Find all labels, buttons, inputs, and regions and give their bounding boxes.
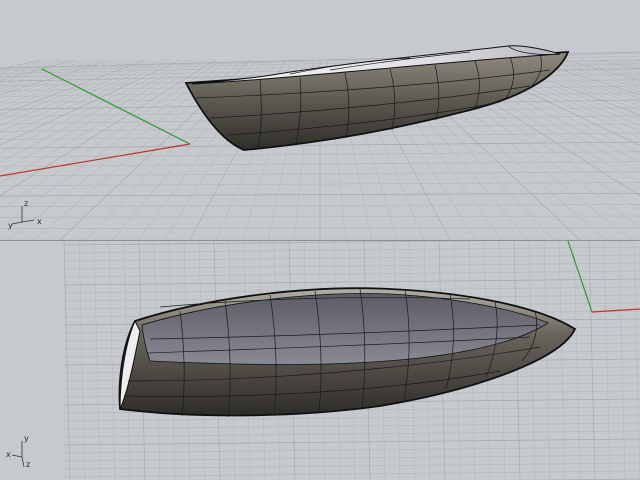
axis-label-x: x: [37, 217, 42, 226]
axis-label-z: z: [24, 199, 29, 208]
axis-label-z: z: [26, 460, 31, 469]
axis-triad-icon: y x z: [6, 433, 46, 469]
viewport-perspective-top[interactable]: z x y: [0, 0, 640, 240]
axis-label-y: y: [24, 434, 29, 443]
viewport-perspective-bottom[interactable]: y x z: [0, 241, 640, 480]
axis-label-x: x: [6, 450, 11, 459]
viewport-top-canvas[interactable]: [0, 0, 640, 240]
axis-triad-icon: z x y: [8, 198, 48, 230]
rhino-modeling-window: z x y y x z: [0, 0, 640, 480]
viewport-bottom-canvas[interactable]: [0, 241, 640, 480]
axis-label-y: y: [8, 221, 13, 230]
